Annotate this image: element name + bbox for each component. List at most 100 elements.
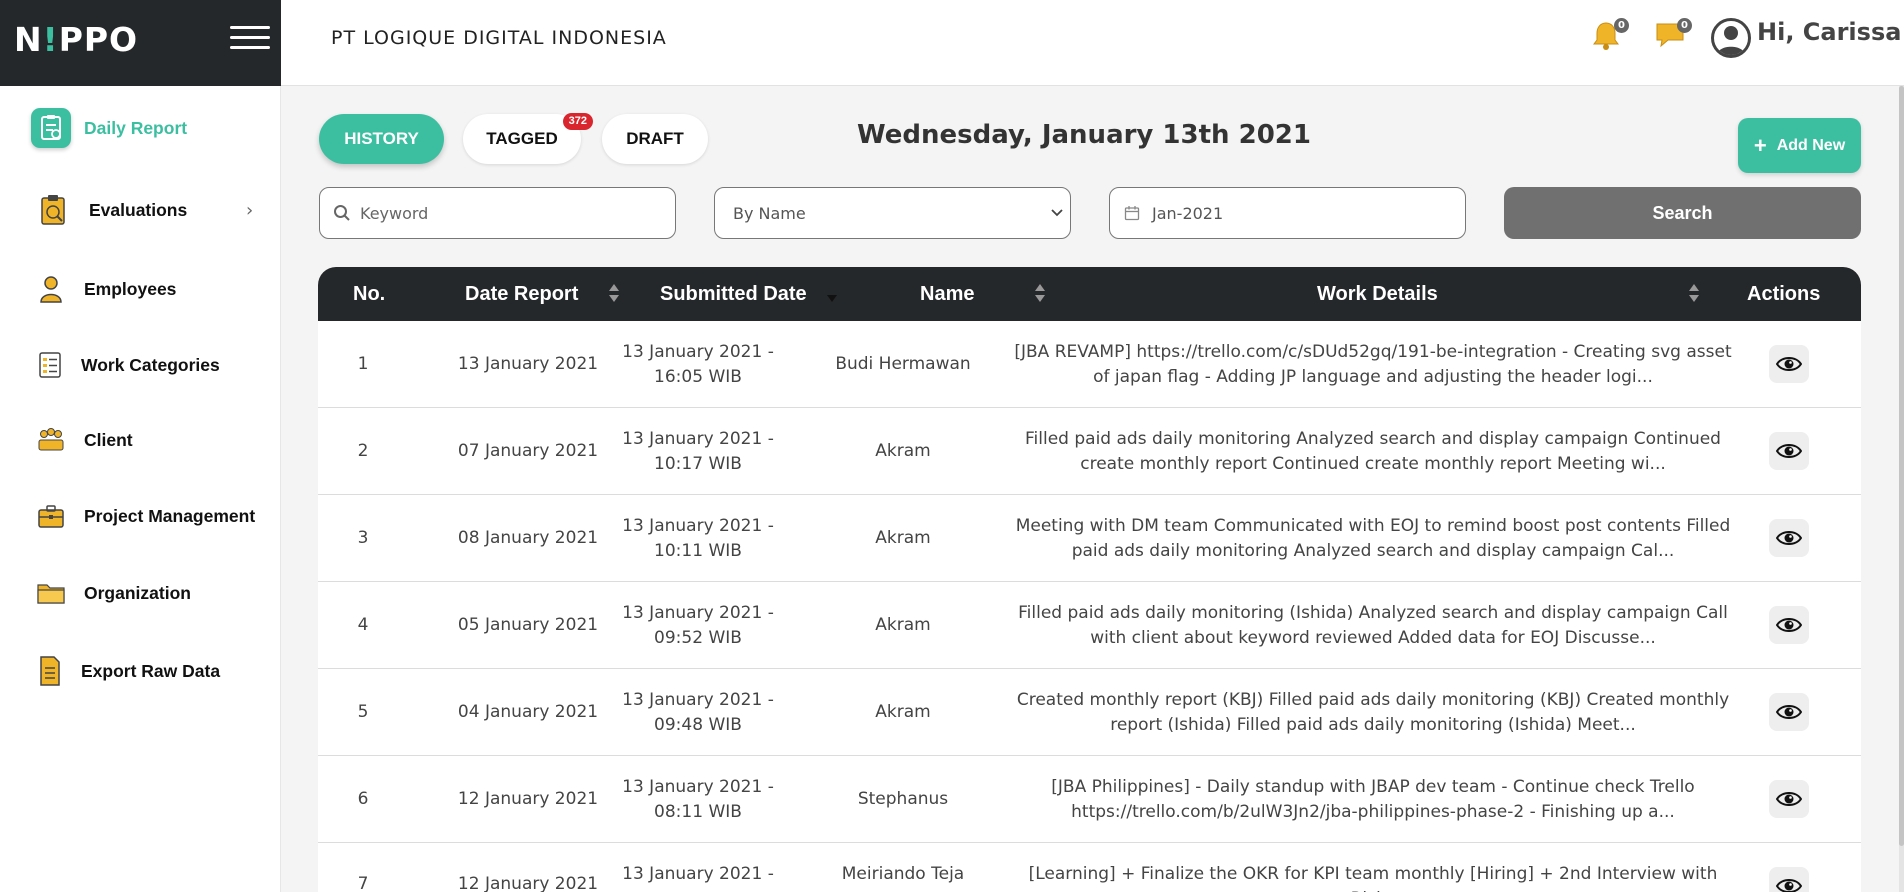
logo-accent: ! <box>42 20 59 59</box>
view-eye-icon[interactable] <box>1769 780 1809 818</box>
hamburger-icon[interactable] <box>230 26 270 52</box>
header-actions: Actions <box>1747 283 1821 305</box>
sort-icon[interactable] <box>1688 282 1700 304</box>
table-header: No. Date Report Submitted Date Name Work… <box>318 267 1861 321</box>
details-line: create monthly report Continued create m… <box>1080 454 1666 474</box>
month-picker[interactable]: Jan-2021 <box>1109 187 1466 239</box>
notification-bell-icon[interactable]: 0 <box>1591 18 1629 54</box>
sidebar-item-work-categories[interactable]: Work Categories <box>0 337 281 393</box>
sidebar-item-label: Client <box>84 429 133 450</box>
view-eye-icon[interactable] <box>1769 606 1809 644</box>
table-row: 3 08 January 2021 13 January 2021 - 10:11… <box>318 495 1861 582</box>
table-row: 4 05 January 2021 13 January 2021 - 09:52… <box>318 582 1861 669</box>
sidebar-item-employees[interactable]: Employees <box>0 261 281 317</box>
cell-submitted-date: 13 January 2021 - 10:17 WIB <box>618 427 778 477</box>
brand-bar: N!PPO <box>0 0 281 86</box>
header-work-details: Work Details <box>1317 283 1438 305</box>
message-count: 0 <box>1677 18 1692 33</box>
keyword-field <box>319 187 676 239</box>
user-avatar[interactable] <box>1711 18 1751 58</box>
user-greeting[interactable]: Hi, Carissa <box>1757 18 1901 46</box>
cell-no: 4 <box>357 615 369 635</box>
details-line: Created monthly report (KBJ) Filled paid… <box>1016 690 1730 710</box>
table-row: 7 12 January 2021 13 January 2021 - Meir… <box>318 843 1861 892</box>
tab-label: TAGGED <box>486 129 558 148</box>
details-line: Meeting with DM team Communicated with E… <box>1015 516 1731 536</box>
table-row: 1 13 January 2021 13 January 2021 - 16:05… <box>318 321 1861 408</box>
submitted-line: 13 January 2021 - <box>622 864 774 884</box>
sort-desc-icon[interactable] <box>826 287 838 309</box>
person-icon <box>34 272 68 306</box>
sidebar-item-label: Organization <box>84 582 191 603</box>
cell-no: 6 <box>357 789 369 809</box>
tab-tagged[interactable]: TAGGED 372 <box>463 113 593 164</box>
by-name-select[interactable]: By Name <box>714 187 1071 239</box>
table-row: 6 12 January 2021 13 January 2021 - 08:11… <box>318 756 1861 843</box>
table-row: 2 07 January 2021 13 January 2021 - 10:17… <box>318 408 1861 495</box>
details-line: of japan flag - Adding JP language and a… <box>1093 367 1653 387</box>
add-new-label: Add New <box>1776 136 1846 154</box>
submitted-line: 13 January 2021 - <box>622 342 774 362</box>
details-line: Filled paid ads daily monitoring Analyze… <box>1025 429 1721 449</box>
cell-work-details: Created monthly report (KBJ) Filled paid… <box>1008 688 1738 738</box>
details-line: [JBA Philippines] - Daily standup with J… <box>1051 777 1695 797</box>
sidebar-item-daily-report[interactable]: Daily Report <box>0 100 281 156</box>
view-eye-icon[interactable] <box>1769 519 1809 557</box>
sidebar-item-label: Work Categories <box>81 354 220 375</box>
header-name: Name <box>920 283 975 305</box>
sidebar-item-organization[interactable]: Organization <box>0 565 281 621</box>
briefcase-icon <box>34 499 68 533</box>
scrollbar-thumb[interactable] <box>1899 86 1904 846</box>
cell-no: 7 <box>357 874 369 892</box>
submitted-line: 09:52 WIB <box>654 628 742 648</box>
cell-submitted-date: 13 January 2021 - 16:05 WIB <box>618 340 778 390</box>
table-row: 5 04 January 2021 13 January 2021 - 09:48… <box>318 669 1861 756</box>
cell-date-report: 08 January 2021 <box>457 528 599 548</box>
view-eye-icon[interactable] <box>1769 345 1809 383</box>
app-logo[interactable]: N!PPO <box>14 20 138 59</box>
sidebar-item-client[interactable]: Client <box>0 412 281 468</box>
cell-date-report: 12 January 2021 <box>457 874 599 892</box>
view-eye-icon[interactable] <box>1769 867 1809 892</box>
logo-text-rest: PPO <box>58 20 139 59</box>
add-new-button[interactable]: + Add New <box>1738 118 1861 173</box>
cell-no: 2 <box>357 441 369 461</box>
company-name: PT LOGIQUE DIGITAL INDONESIA <box>331 27 667 49</box>
sidebar-item-project-management[interactable]: Project Management <box>0 488 281 544</box>
search-button[interactable]: Search <box>1504 187 1861 239</box>
header-submitted-date: Submitted Date <box>660 283 807 305</box>
sort-icon[interactable] <box>608 282 620 304</box>
sort-icon[interactable] <box>1034 282 1046 304</box>
view-eye-icon[interactable] <box>1769 432 1809 470</box>
cell-date-report: 13 January 2021 <box>457 354 599 374</box>
chevron-right-icon: › <box>246 199 254 221</box>
cell-work-details: [Learning] + Finalize the OKR for KPI te… <box>1008 862 1738 892</box>
cell-submitted-date: 13 January 2021 - 09:52 WIB <box>618 601 778 651</box>
tagged-count-badge: 372 <box>562 113 593 130</box>
page-scrollbar[interactable] <box>1899 86 1904 892</box>
details-line: with client about keyword reviewed Added… <box>1090 628 1656 648</box>
details-line: [Learning] + Finalize the OKR for KPI te… <box>1028 864 1718 892</box>
sidebar-item-evaluations[interactable]: Evaluations › <box>0 182 281 238</box>
submitted-line: 10:17 WIB <box>654 454 742 474</box>
details-line: report (Ishida) Filled paid ads daily mo… <box>1110 715 1636 735</box>
view-eye-icon[interactable] <box>1769 693 1809 731</box>
cell-work-details: [JBA Philippines] - Daily standup with J… <box>1008 775 1738 825</box>
sidebar-item-label: Daily Report <box>84 117 188 138</box>
tab-history[interactable]: HISTORY <box>319 114 444 164</box>
header-date-report: Date Report <box>465 283 579 305</box>
calendar-icon <box>1124 205 1140 221</box>
chevron-down-icon <box>1050 208 1064 218</box>
tab-draft[interactable]: DRAFT <box>602 114 708 164</box>
document-icon <box>33 654 67 688</box>
plus-icon: + <box>1753 132 1767 158</box>
cell-work-details: Meeting with DM team Communicated with E… <box>1008 514 1738 564</box>
keyword-input[interactable] <box>360 203 640 223</box>
by-name-value: By Name <box>733 203 806 223</box>
sidebar-item-label: Export Raw Data <box>81 660 221 681</box>
chat-message-icon[interactable]: 0 <box>1654 18 1692 54</box>
cell-work-details: Filled paid ads daily monitoring (Ishida… <box>1008 601 1738 651</box>
sidebar-item-export-raw-data[interactable]: Export Raw Data <box>0 643 281 699</box>
logo-text: N <box>14 20 43 59</box>
reports-table: No. Date Report Submitted Date Name Work… <box>318 267 1861 892</box>
